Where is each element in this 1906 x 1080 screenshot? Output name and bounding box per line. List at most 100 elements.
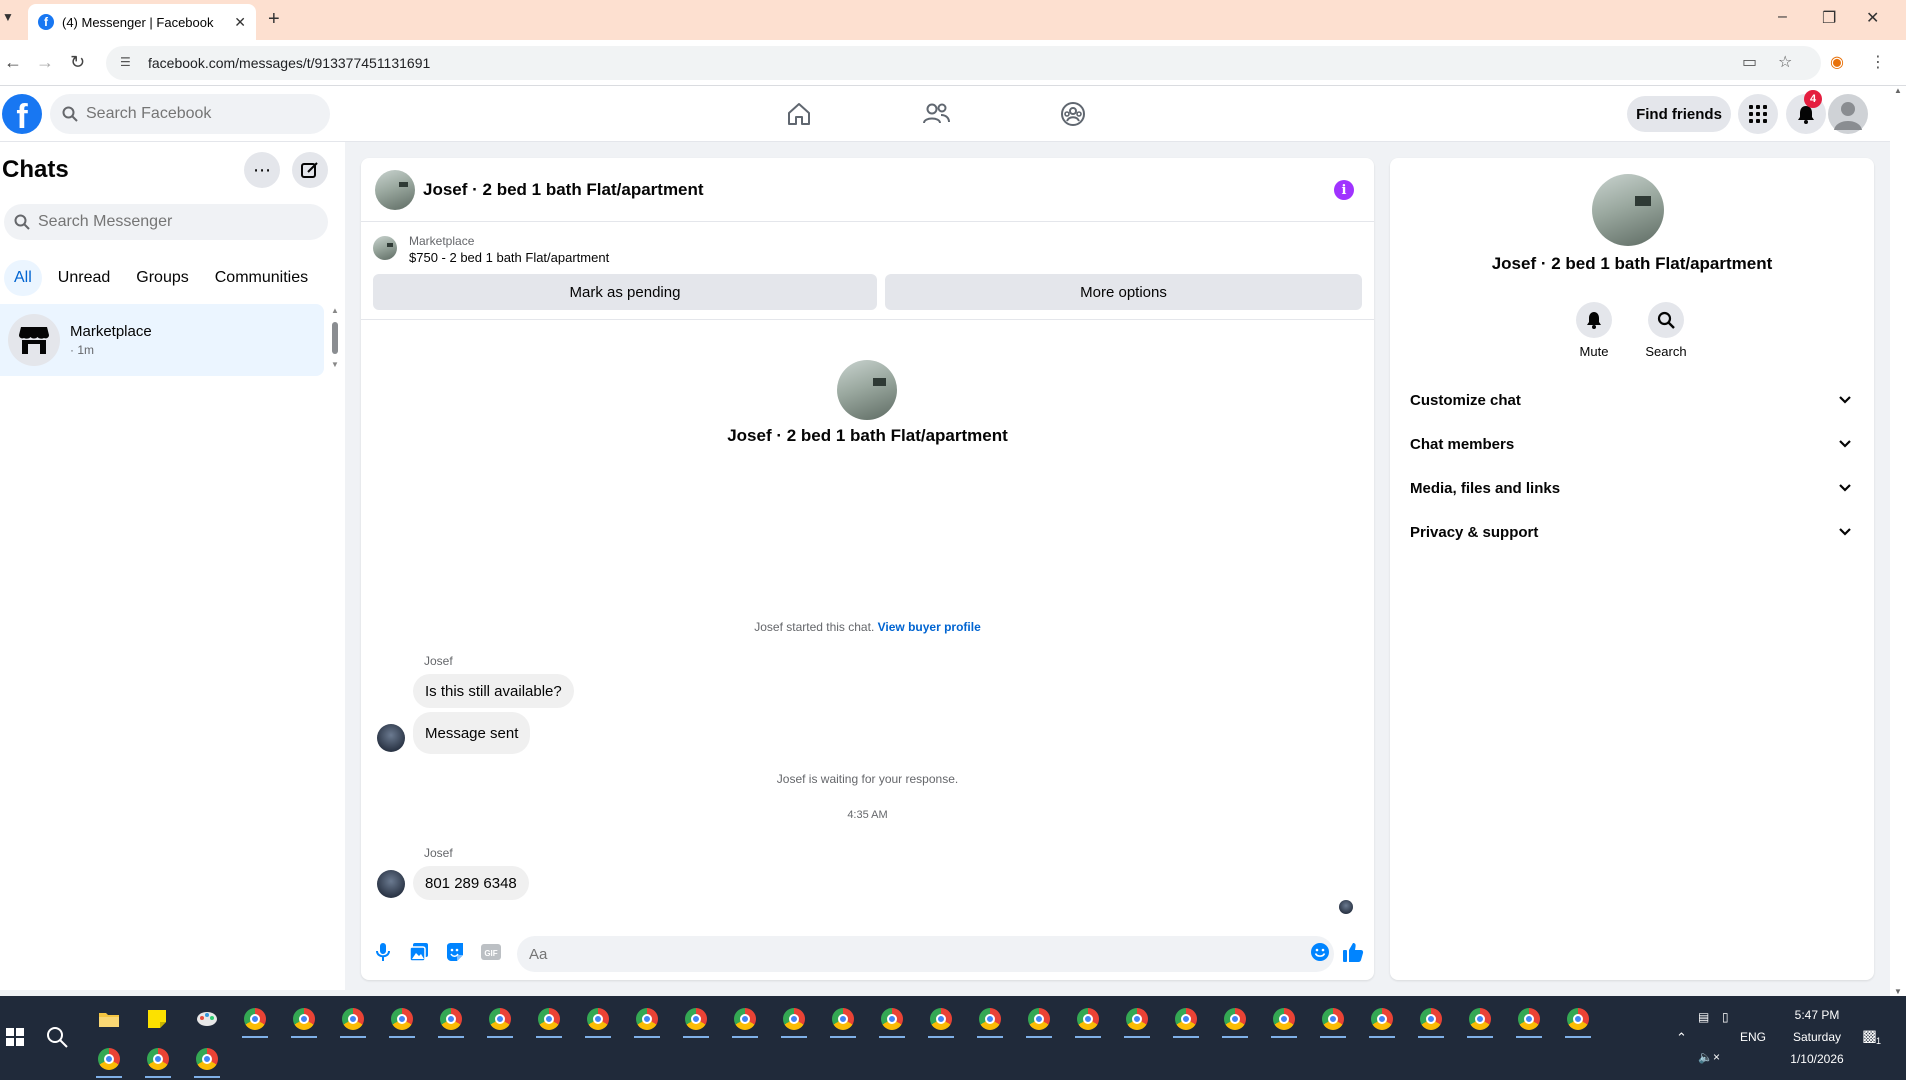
filter-communities[interactable]: Communities bbox=[205, 260, 318, 296]
chrome-taskbar-icon[interactable] bbox=[94, 1044, 124, 1078]
view-buyer-profile-link[interactable]: View buyer profile bbox=[878, 620, 981, 634]
chat-members-section[interactable]: Chat members bbox=[1402, 424, 1860, 464]
chrome-taskbar-icon[interactable] bbox=[534, 1004, 564, 1038]
chrome-taskbar-icon[interactable] bbox=[289, 1004, 319, 1038]
minimize-icon[interactable]: – bbox=[1778, 8, 1787, 26]
gif-icon[interactable]: GIF bbox=[479, 940, 503, 964]
info-profile-photo[interactable] bbox=[1592, 174, 1664, 246]
chrome-taskbar-icon[interactable] bbox=[1318, 1004, 1348, 1038]
message-bubble[interactable]: Message sent bbox=[413, 712, 531, 754]
chrome-taskbar-icon[interactable] bbox=[1563, 1004, 1593, 1038]
filter-groups[interactable]: Groups bbox=[126, 260, 198, 296]
conversation-profile-photo[interactable] bbox=[837, 360, 897, 420]
groups-icon[interactable] bbox=[1057, 98, 1089, 130]
friends-icon[interactable] bbox=[920, 98, 952, 130]
chrome-taskbar-icon[interactable] bbox=[730, 1004, 760, 1038]
sender-avatar[interactable] bbox=[377, 870, 405, 898]
restore-icon[interactable]: ❐ bbox=[1822, 8, 1836, 28]
back-icon[interactable]: ← bbox=[4, 52, 22, 73]
info-icon[interactable]: i bbox=[1334, 180, 1354, 200]
more-options-button[interactable]: More options bbox=[885, 274, 1362, 310]
chrome-taskbar-icon[interactable] bbox=[1514, 1004, 1544, 1038]
chat-list-item[interactable]: Marketplace · 1m bbox=[0, 304, 324, 376]
chrome-taskbar-icon[interactable] bbox=[1171, 1004, 1201, 1038]
chrome-taskbar-icon[interactable] bbox=[975, 1004, 1005, 1038]
listing-price[interactable]: $750 - 2 bed 1 bath Flat/apartment bbox=[409, 250, 609, 265]
messenger-search[interactable] bbox=[4, 204, 328, 240]
facebook-search[interactable] bbox=[50, 94, 330, 134]
forward-icon[interactable]: → bbox=[36, 52, 54, 73]
clock-day[interactable]: Saturday bbox=[1780, 1030, 1854, 1044]
chrome-taskbar-icon[interactable] bbox=[1269, 1004, 1299, 1038]
chat-options-icon[interactable]: ⋯ bbox=[244, 152, 280, 188]
device-icon[interactable]: ▯ bbox=[1722, 1010, 1729, 1024]
show-hidden-icons[interactable]: ⌃ bbox=[1676, 1030, 1687, 1046]
windows-start-icon[interactable] bbox=[0, 1022, 30, 1052]
menu-grid-icon[interactable] bbox=[1738, 94, 1778, 134]
chrome-taskbar-icon[interactable] bbox=[1416, 1004, 1446, 1038]
conversation-title[interactable]: Josef · 2 bed 1 bath Flat/apartment bbox=[423, 180, 704, 200]
mute-action[interactable]: Mute bbox=[1554, 302, 1634, 359]
chrome-taskbar-icon[interactable] bbox=[1367, 1004, 1397, 1038]
find-friends-button[interactable]: Find friends bbox=[1627, 96, 1731, 132]
taskbar-search-icon[interactable] bbox=[42, 1022, 72, 1052]
bell-icon[interactable] bbox=[1576, 302, 1612, 338]
tab-search-icon[interactable]: ▼ bbox=[2, 10, 14, 24]
profile-icon[interactable]: ◉ bbox=[1830, 52, 1844, 72]
emoji-icon[interactable] bbox=[1308, 940, 1332, 964]
listing-thumbnail[interactable] bbox=[375, 169, 415, 210]
tab-close-icon[interactable]: ✕ bbox=[234, 14, 246, 31]
facebook-logo-icon[interactable]: f bbox=[2, 94, 42, 134]
url-field[interactable]: ☰ facebook.com/messages/t/91337745113169… bbox=[106, 46, 1821, 80]
mark-as-pending-button[interactable]: Mark as pending bbox=[373, 274, 877, 310]
window-close-icon[interactable]: ✕ bbox=[1866, 8, 1879, 28]
media-files-links-section[interactable]: Media, files and links bbox=[1402, 468, 1860, 508]
chrome-taskbar-icon[interactable] bbox=[485, 1004, 515, 1038]
sender-avatar[interactable] bbox=[377, 724, 405, 752]
message-bubble[interactable]: Is this still available? bbox=[413, 674, 574, 708]
chrome-taskbar-icon[interactable] bbox=[828, 1004, 858, 1038]
new-tab-icon[interactable]: + bbox=[268, 8, 280, 31]
chrome-taskbar-icon[interactable] bbox=[681, 1004, 711, 1038]
clock-date[interactable]: 1/10/2026 bbox=[1780, 1052, 1854, 1066]
network-icon[interactable]: ▤ bbox=[1698, 1010, 1709, 1024]
facebook-search-input[interactable] bbox=[86, 105, 306, 123]
chrome-taskbar-icon[interactable] bbox=[387, 1004, 417, 1038]
chrome-taskbar-icon[interactable] bbox=[1220, 1004, 1250, 1038]
chrome-taskbar-icon[interactable] bbox=[1465, 1004, 1495, 1038]
messenger-search-input[interactable] bbox=[38, 213, 308, 231]
search-action[interactable]: Search bbox=[1626, 302, 1706, 359]
sticker-icon[interactable] bbox=[443, 940, 467, 964]
browser-menu-icon[interactable]: ⋮ bbox=[1870, 52, 1886, 72]
chrome-taskbar-icon[interactable] bbox=[926, 1004, 956, 1038]
paint-icon[interactable] bbox=[192, 1004, 222, 1034]
chrome-taskbar-icon[interactable] bbox=[779, 1004, 809, 1038]
photo-icon[interactable] bbox=[407, 940, 431, 964]
message-input[interactable] bbox=[517, 936, 1334, 972]
language-indicator[interactable]: ENG bbox=[1740, 1030, 1766, 1044]
customize-chat-section[interactable]: Customize chat bbox=[1402, 380, 1860, 420]
chrome-taskbar-icon[interactable] bbox=[1122, 1004, 1152, 1038]
chrome-taskbar-icon[interactable] bbox=[240, 1004, 270, 1038]
search-icon[interactable] bbox=[1648, 302, 1684, 338]
privacy-support-section[interactable]: Privacy & support bbox=[1402, 512, 1860, 552]
microphone-icon[interactable] bbox=[371, 940, 395, 964]
home-icon[interactable] bbox=[783, 98, 815, 130]
bookmark-star-icon[interactable]: ☆ bbox=[1778, 52, 1792, 72]
volume-muted-icon[interactable]: 🔈× bbox=[1698, 1050, 1720, 1064]
page-scrollbar[interactable]: ▲ ▼ bbox=[1890, 86, 1906, 996]
chrome-taskbar-icon[interactable] bbox=[192, 1044, 222, 1078]
file-explorer-icon[interactable] bbox=[94, 1004, 124, 1034]
chrome-taskbar-icon[interactable] bbox=[583, 1004, 613, 1038]
chrome-taskbar-icon[interactable] bbox=[1073, 1004, 1103, 1038]
browser-tab[interactable]: f (4) Messenger | Facebook ✕ bbox=[28, 4, 256, 40]
account-avatar[interactable] bbox=[1828, 94, 1868, 134]
chrome-taskbar-icon[interactable] bbox=[877, 1004, 907, 1038]
filter-all[interactable]: All bbox=[4, 260, 42, 296]
reload-icon[interactable]: ↻ bbox=[70, 52, 85, 73]
filter-unread[interactable]: Unread bbox=[48, 260, 120, 296]
chrome-taskbar-icon[interactable] bbox=[632, 1004, 662, 1038]
chat-list-scrollbar[interactable]: ▲ ▼ bbox=[331, 306, 339, 369]
install-app-icon[interactable]: ▭ bbox=[1742, 52, 1757, 72]
chrome-taskbar-icon[interactable] bbox=[338, 1004, 368, 1038]
